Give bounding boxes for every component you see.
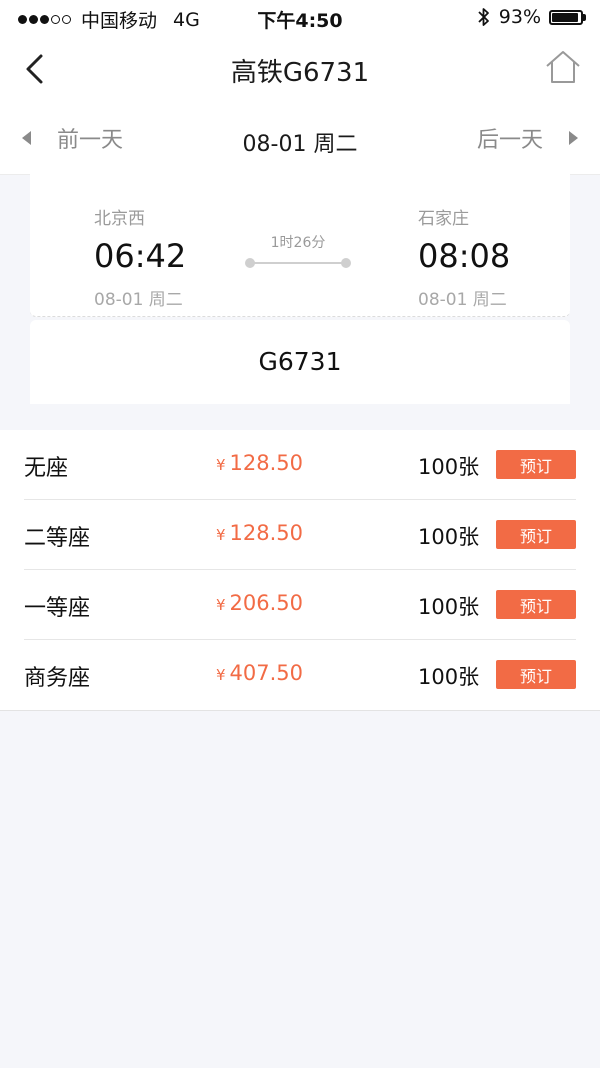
price-value: 128.50 (229, 451, 304, 475)
price-value: 407.50 (229, 661, 304, 685)
ticket-count: 100张 (418, 455, 480, 479)
battery-icon (549, 9, 586, 25)
price-value: 206.50 (229, 591, 304, 615)
status-bar: 中国移动 4G 下午4:50 93% (0, 0, 600, 34)
duration-line (245, 258, 351, 268)
yen-symbol: ¥ (216, 596, 226, 614)
train-number: G6731 (30, 320, 570, 404)
seat-type: 无座 (24, 456, 69, 481)
seat-price: ¥128.50 (216, 451, 303, 475)
status-right: 93% (477, 6, 586, 28)
yen-symbol: ¥ (216, 456, 226, 474)
seat-type: 一等座 (24, 596, 91, 621)
header: 中国移动 4G 下午4:50 93% 高铁G6731 前一天 08-01 周二 … (0, 0, 600, 175)
yen-symbol: ¥ (216, 666, 226, 684)
arrival-station-name: 石家庄 (418, 209, 469, 229)
ticket-count: 100张 (418, 665, 480, 689)
next-day-label: 后一天 (476, 128, 543, 153)
departure-station: 北京西 06:42 08-01 周二 (94, 204, 186, 310)
departure-station-name: 北京西 (94, 209, 145, 229)
seat-row-business-class: 商务座 ¥407.50 100张 预订 (0, 640, 600, 710)
ticket-count: 100张 (418, 525, 480, 549)
date-bar: 前一天 08-01 周二 后一天 (0, 104, 600, 175)
home-icon[interactable] (544, 48, 582, 86)
arrival-station: 石家庄 08:08 08-01 周二 (418, 204, 510, 310)
seat-row-first-class: 一等座 ¥206.50 100张 预订 (0, 570, 600, 640)
departure-date: 08-01 周二 (94, 290, 183, 310)
yen-symbol: ¥ (216, 526, 226, 544)
journey-card: 北京西 06:42 08-01 周二 1时26分 石家庄 08:08 08-01… (30, 174, 570, 317)
battery-percent: 93% (498, 6, 541, 28)
seat-price: ¥407.50 (216, 661, 303, 685)
triangle-right-icon (569, 131, 578, 145)
seat-row-no-seat: 无座 ¥128.50 100张 预订 (0, 430, 600, 500)
seat-list: 无座 ¥128.50 100张 预订 二等座 ¥128.50 100张 预订 一… (0, 430, 600, 711)
seat-price: ¥206.50 (216, 591, 303, 615)
bluetooth-icon (478, 8, 489, 26)
book-button[interactable]: 预订 (496, 590, 576, 619)
book-button[interactable]: 预订 (496, 520, 576, 549)
departure-time: 06:42 (94, 237, 187, 275)
arrival-date: 08-01 周二 (418, 290, 507, 310)
book-button[interactable]: 预订 (496, 660, 576, 689)
book-button[interactable]: 预订 (496, 450, 576, 479)
ticket-count: 100张 (418, 595, 480, 619)
next-day-button[interactable]: 后一天 (477, 122, 578, 154)
seat-type: 商务座 (24, 666, 91, 691)
travel-duration: 1时26分 (245, 232, 351, 268)
page-title: 高铁G6731 (230, 58, 370, 88)
seat-row-second-class: 二等座 ¥128.50 100张 预订 (0, 500, 600, 570)
price-value: 128.50 (229, 521, 304, 545)
duration-label: 1时26分 (270, 235, 326, 251)
nav-bar: 高铁G6731 (0, 34, 600, 104)
arrival-time: 08:08 (418, 237, 511, 275)
seat-type: 二等座 (24, 526, 91, 551)
seat-price: ¥128.50 (216, 521, 303, 545)
